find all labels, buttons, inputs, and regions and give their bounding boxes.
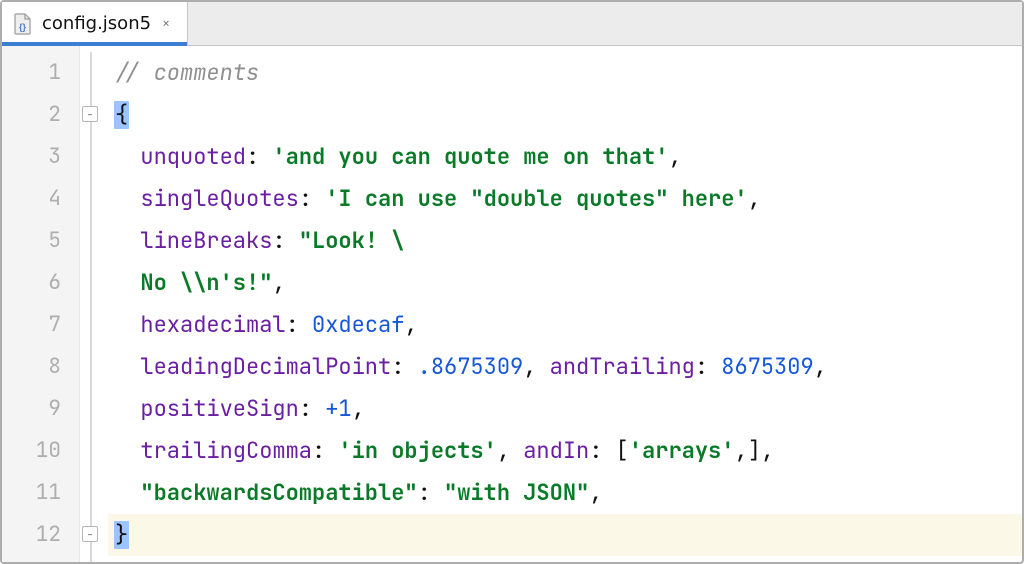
bracket-token: [ — [616, 436, 629, 465]
key-token: positiveSign — [140, 394, 298, 423]
svg-text:{}: {} — [19, 22, 27, 32]
fold-column — [80, 46, 108, 562]
string-token: 'and you can quote me on that' — [272, 142, 668, 171]
line-number: 5 — [2, 220, 79, 262]
bracket-token: ] — [748, 436, 761, 465]
open-brace-token: { — [114, 101, 129, 129]
line-number: 9 — [2, 388, 79, 430]
code-line[interactable]: unquoted: 'and you can quote me on that'… — [108, 136, 1022, 178]
code-line[interactable]: singleQuotes: 'I can use "double quotes"… — [108, 178, 1022, 220]
string-token: 'arrays' — [629, 436, 735, 465]
key-token: lineBreaks — [140, 226, 272, 255]
key-token: leadingDecimalPoint — [140, 352, 391, 381]
number-token: +1 — [325, 394, 351, 423]
line-number: 7 — [2, 304, 79, 346]
key-token: trailingComma — [140, 436, 312, 465]
comment-token: comments — [154, 58, 260, 87]
line-number: 1 — [2, 52, 79, 94]
code-line[interactable]: trailingComma: 'in objects', andIn: ['ar… — [108, 430, 1022, 472]
code-line[interactable]: "backwardsCompatible": "with JSON", — [108, 472, 1022, 514]
fold-toggle-close[interactable] — [82, 526, 98, 542]
line-number: 10 — [2, 430, 79, 472]
key-token: andIn — [523, 436, 589, 465]
code-line[interactable]: { — [108, 94, 1022, 136]
line-number: 6 — [2, 262, 79, 304]
tab-config-json5[interactable]: {} config.json5 × — [2, 2, 188, 45]
code-pane[interactable]: // comments { unquoted: 'and you can quo… — [108, 46, 1022, 562]
code-line-current[interactable]: } — [108, 514, 1022, 556]
close-icon[interactable]: × — [159, 17, 173, 31]
tab-title: config.json5 — [42, 13, 151, 34]
code-line[interactable]: // comments — [108, 52, 1022, 94]
close-brace-token: } — [114, 521, 129, 549]
line-number: 3 — [2, 136, 79, 178]
key-token: "backwardsCompatible" — [140, 478, 417, 507]
key-token: hexadecimal — [140, 310, 285, 339]
code-line[interactable]: No \\n's!", — [108, 262, 1022, 304]
key-token: singleQuotes — [140, 184, 298, 213]
fold-toggle-open[interactable] — [82, 106, 98, 122]
key-token: andTrailing — [550, 352, 695, 381]
line-number: 2 — [2, 94, 79, 136]
code-line[interactable]: lineBreaks: "Look! \ — [108, 220, 1022, 262]
string-token: "with JSON" — [444, 478, 589, 507]
string-token: "Look! \ — [299, 226, 405, 255]
key-token: unquoted — [140, 142, 246, 171]
editor-area[interactable]: 1 2 3 4 5 6 7 8 9 10 11 12 — [2, 46, 1022, 562]
line-number-gutter: 1 2 3 4 5 6 7 8 9 10 11 12 — [2, 46, 80, 562]
number-token: 0xdecaf — [312, 310, 404, 339]
comment-token: // — [114, 58, 154, 87]
json5-file-icon: {} — [12, 13, 34, 35]
line-number: 8 — [2, 346, 79, 388]
line-number: 4 — [2, 178, 79, 220]
string-token: 'I can use "double quotes" here' — [325, 184, 747, 213]
code-line[interactable]: positiveSign: +1, — [108, 388, 1022, 430]
code-line[interactable]: hexadecimal: 0xdecaf, — [108, 304, 1022, 346]
line-number: 11 — [2, 472, 79, 514]
number-token: 8675309 — [721, 352, 813, 381]
code-line[interactable]: leadingDecimalPoint: .8675309, andTraili… — [108, 346, 1022, 388]
line-number: 12 — [2, 514, 79, 556]
string-token: No \\n's!" — [140, 268, 272, 297]
editor-window: {} config.json5 × 1 2 3 4 5 6 7 8 9 10 1… — [0, 0, 1024, 564]
string-token: 'in objects' — [338, 436, 496, 465]
number-token: .8675309 — [418, 352, 524, 381]
tab-bar: {} config.json5 × — [2, 2, 1022, 46]
